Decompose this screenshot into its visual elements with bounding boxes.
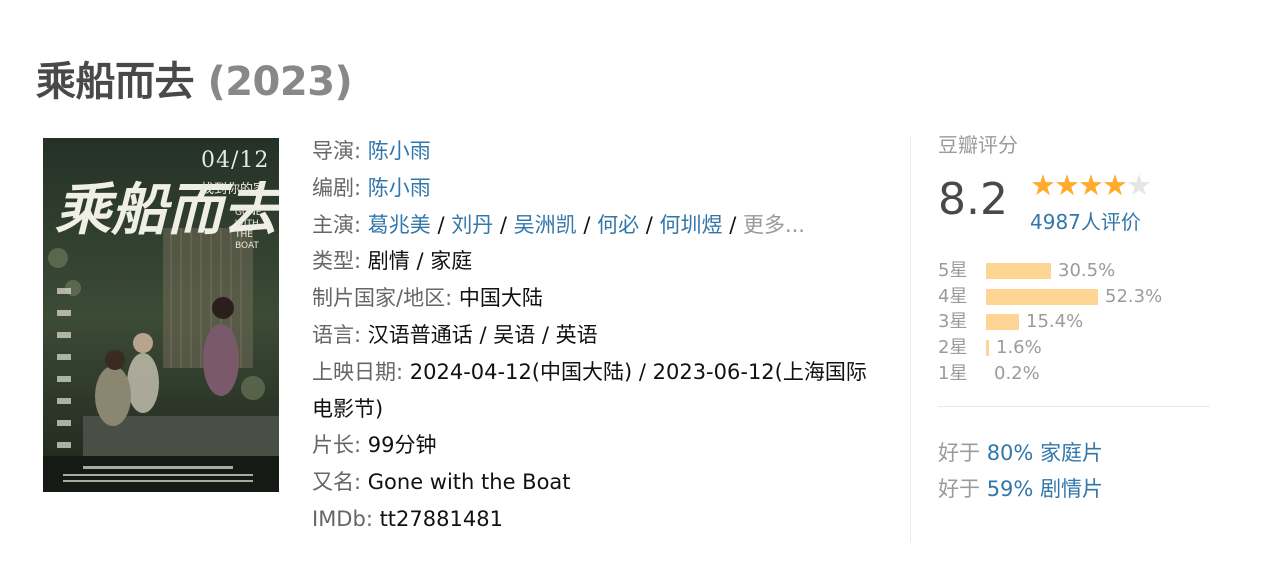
writer-row: 编剧: 陈小雨 bbox=[312, 170, 882, 207]
star-filled-icon: ★ bbox=[1054, 168, 1080, 202]
distribution-bar bbox=[986, 288, 1098, 305]
rating-summary: 8.2 ★★★★★ 4987人评价 bbox=[938, 170, 1210, 240]
cast-link[interactable]: 何圳煜 bbox=[660, 213, 723, 237]
movie-title: 乘船而去 bbox=[36, 59, 195, 105]
genre-value: 剧情 / 家庭 bbox=[367, 249, 473, 274]
distribution-percent: 30.5% bbox=[1058, 260, 1116, 281]
star-empty-icon: ★ bbox=[1126, 168, 1152, 202]
distribution-percent: 0.2% bbox=[994, 362, 1040, 384]
region-row: 制片国家/地区: 中国大陆 bbox=[312, 280, 882, 317]
region-label: 制片国家/地区: bbox=[312, 286, 453, 311]
rating-distribution: 5星 30.5% 4星 52.3% 3星 15.4% 2星 1.6% 1星 0.2% bbox=[938, 258, 1210, 386]
cast-link[interactable]: 何必 bbox=[597, 213, 639, 237]
cast-link[interactable]: 刘丹 bbox=[451, 213, 493, 237]
separator: / bbox=[639, 212, 660, 237]
imdb-value: tt27881481 bbox=[379, 506, 503, 531]
rating-count-link[interactable]: 4987人评价 bbox=[1030, 208, 1141, 236]
region-value: 中国大陆 bbox=[458, 286, 543, 311]
distribution-bar bbox=[986, 314, 1019, 331]
cast-link[interactable]: 吴洲凯 bbox=[514, 213, 577, 237]
horizontal-divider bbox=[938, 406, 1210, 408]
release-row: 上映日期: 2024-04-12(中国大陆) / 2023-06-12(上海国际… bbox=[312, 354, 882, 428]
star-filled-icon: ★ bbox=[1030, 168, 1056, 202]
better-than-genre: 剧情片 bbox=[1040, 477, 1104, 502]
cast-more-link[interactable]: 更多... bbox=[743, 213, 805, 237]
distribution-row: 5星 30.5% bbox=[938, 258, 1210, 284]
cast-row: 主演: 葛兆美 / 刘丹 / 吴洲凯 / 何必 / 何圳煜 / 更多... bbox=[312, 207, 882, 244]
separator: / bbox=[576, 212, 598, 237]
imdb-label: IMDb: bbox=[312, 506, 373, 531]
writer-label: 编剧: bbox=[312, 175, 362, 200]
poster-english-title: GONE WITH THE BOAT bbox=[235, 208, 262, 251]
rating-header: 豆瓣评分 bbox=[938, 133, 1018, 157]
rating-stars: ★★★★★ bbox=[1030, 168, 1152, 202]
genre-label: 类型: bbox=[312, 249, 362, 274]
distribution-bar bbox=[986, 366, 987, 382]
language-row: 语言: 汉语普通话 / 吴语 / 英语 bbox=[312, 317, 882, 354]
aka-value: Gone with the Boat bbox=[367, 470, 571, 495]
distribution-label: 3星 bbox=[938, 311, 968, 333]
poster-tagline: 找到你的家 bbox=[201, 182, 267, 197]
genre-row: 类型: 剧情 / 家庭 bbox=[312, 243, 882, 280]
rating-panel: 豆瓣评分 8.2 ★★★★★ 4987人评价 5星 30.5% 4星 52.3% 3星 1… bbox=[938, 130, 1210, 507]
director-row: 导演: 陈小雨 bbox=[312, 133, 882, 170]
better-than-genre: 家庭片 bbox=[1040, 441, 1104, 466]
cast-label: 主演: bbox=[312, 212, 362, 237]
distribution-row: 4星 52.3% bbox=[938, 284, 1210, 310]
better-than-row: 好于 80% 家庭片 bbox=[938, 435, 1210, 471]
runtime-label: 片长: bbox=[312, 433, 362, 458]
better-than-prefix: 好于 bbox=[938, 441, 980, 466]
distribution-row: 2星 1.6% bbox=[938, 335, 1210, 361]
separator: / bbox=[493, 212, 514, 237]
language-label: 语言: bbox=[312, 322, 362, 347]
runtime-value: 99分钟 bbox=[367, 433, 437, 458]
better-than-row: 好于 59% 剧情片 bbox=[938, 471, 1210, 507]
distribution-label: 2星 bbox=[938, 337, 968, 359]
language-value: 汉语普通话 / 吴语 / 英语 bbox=[367, 322, 598, 347]
separator: / bbox=[722, 212, 743, 237]
better-than: 好于 80% 家庭片 好于 59% 剧情片 bbox=[938, 435, 1210, 507]
distribution-bar bbox=[986, 340, 989, 357]
separator: / bbox=[430, 212, 452, 237]
distribution-row: 3星 15.4% bbox=[938, 309, 1210, 335]
director-label: 导演: bbox=[312, 139, 362, 163]
distribution-percent: 52.3% bbox=[1105, 285, 1163, 307]
imdb-row: IMDb: tt27881481 bbox=[312, 501, 882, 538]
distribution-row: 1星 0.2% bbox=[938, 361, 1210, 387]
distribution-percent: 1.6% bbox=[996, 337, 1042, 359]
aka-label: 又名: bbox=[312, 470, 362, 495]
vertical-divider bbox=[910, 136, 911, 542]
movie-year: (2023) bbox=[207, 59, 353, 105]
better-than-link[interactable]: 80% 家庭片 bbox=[987, 441, 1103, 465]
movie-poster[interactable]: 乘船而去 04/12 找到你的家 GONE WITH THE BOAT bbox=[43, 138, 279, 492]
aka-row: 又名: Gone with the Boat bbox=[312, 464, 882, 501]
better-than-percent: 80% bbox=[986, 441, 1034, 466]
runtime-row: 片长: 99分钟 bbox=[312, 427, 882, 464]
director-link[interactable]: 陈小雨 bbox=[368, 139, 431, 163]
poster-date: 04/12 bbox=[201, 148, 270, 173]
star-filled-icon: ★ bbox=[1102, 168, 1128, 202]
star-filled-icon: ★ bbox=[1078, 168, 1104, 202]
better-than-prefix: 好于 bbox=[938, 477, 980, 502]
page-title: 乘船而去 (2023) bbox=[36, 54, 353, 110]
release-label: 上映日期: bbox=[312, 359, 404, 384]
distribution-bar bbox=[986, 263, 1051, 279]
movie-info: 导演: 陈小雨 编剧: 陈小雨 主演: 葛兆美 / 刘丹 / 吴洲凯 / 何必 … bbox=[312, 133, 882, 538]
writer-link[interactable]: 陈小雨 bbox=[368, 176, 431, 200]
better-than-percent: 59% bbox=[986, 477, 1034, 502]
cast-link[interactable]: 葛兆美 bbox=[368, 213, 431, 237]
distribution-label: 1星 bbox=[938, 362, 968, 384]
distribution-percent: 15.4% bbox=[1026, 311, 1084, 333]
distribution-label: 4星 bbox=[938, 285, 968, 307]
distribution-label: 5星 bbox=[938, 260, 968, 281]
rating-score: 8.2 bbox=[938, 174, 1008, 225]
better-than-link[interactable]: 59% 剧情片 bbox=[987, 477, 1103, 501]
